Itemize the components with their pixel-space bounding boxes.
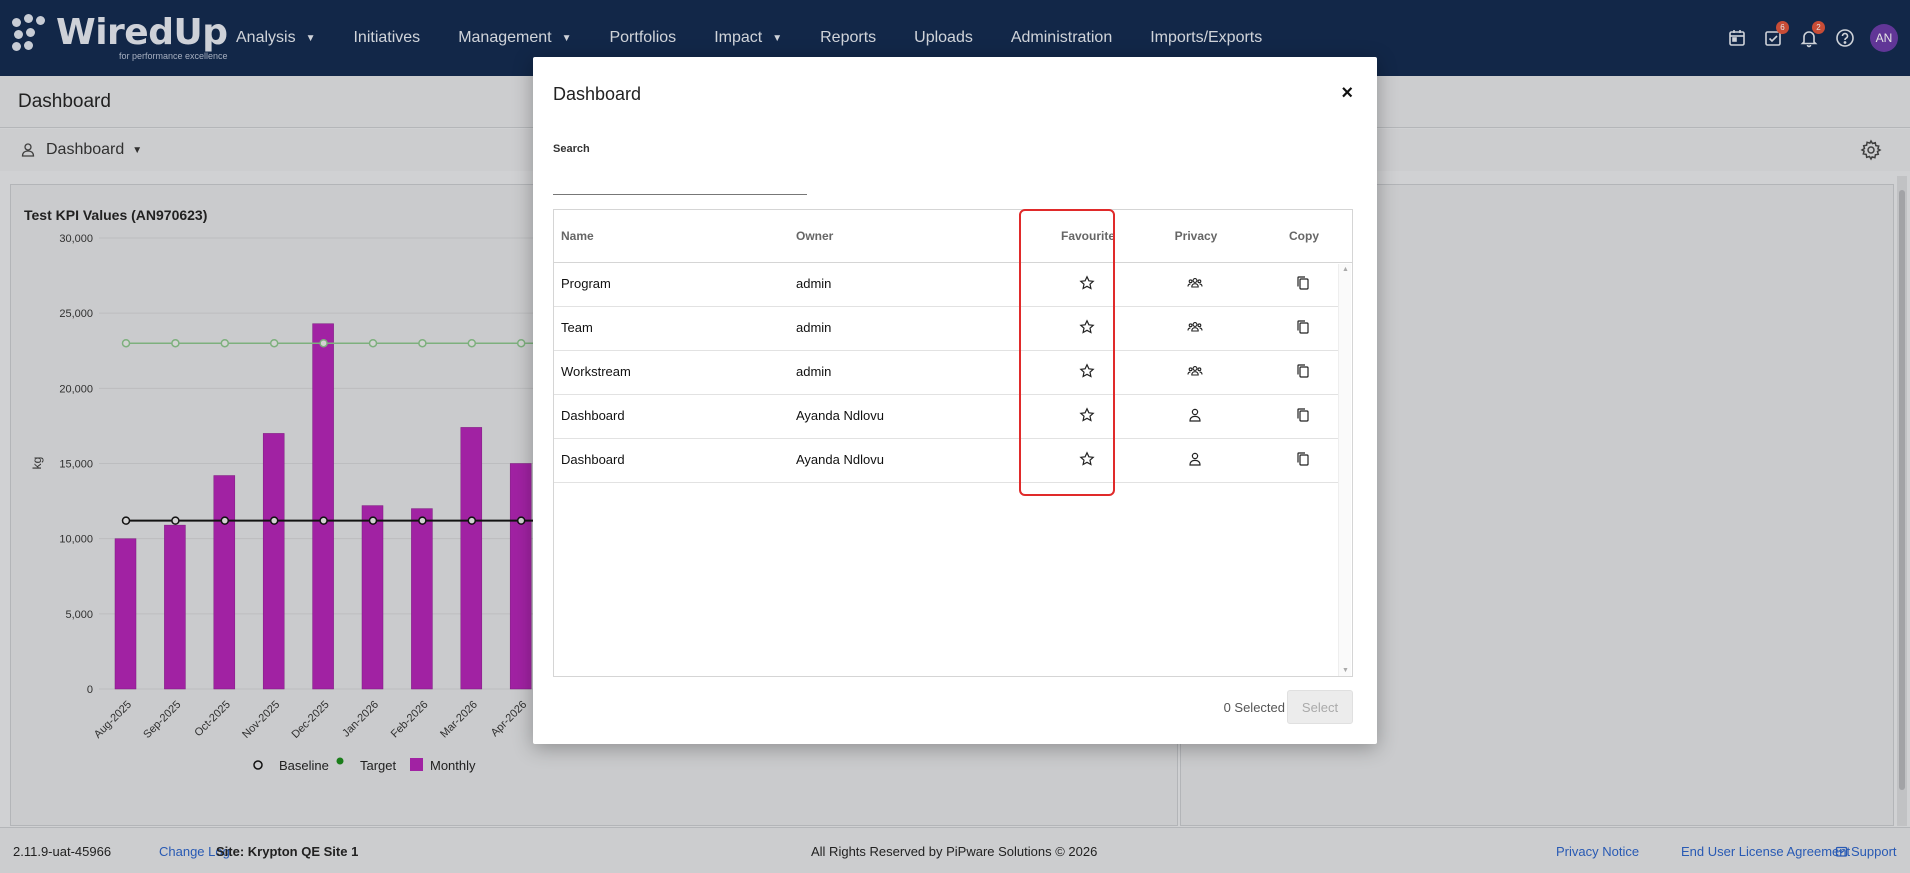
row-owner: admin: [796, 320, 832, 335]
favourite-column-highlight: [1019, 209, 1115, 496]
select-button[interactable]: Select: [1287, 690, 1353, 724]
search-label: Search: [553, 143, 590, 155]
row-owner: admin: [796, 276, 832, 291]
person-icon: [1187, 407, 1205, 425]
group-icon: [1187, 275, 1205, 293]
column-header-name[interactable]: Name: [561, 229, 594, 243]
table-row[interactable]: Dashboard Ayanda Ndlovu: [554, 439, 1338, 483]
copy-icon[interactable]: [1295, 363, 1313, 381]
row-name: Dashboard: [561, 452, 625, 467]
table-row[interactable]: Program admin: [554, 263, 1338, 307]
column-header-privacy[interactable]: Privacy: [1136, 229, 1256, 243]
grid-scrollbar[interactable]: ▲ ▼: [1338, 264, 1351, 676]
grid-header: Name Owner Favourite Privacy Copy: [554, 210, 1352, 263]
dashboard-picker-modal: Dashboard × Search Name Owner Favourite …: [533, 57, 1377, 744]
row-owner: Ayanda Ndlovu: [796, 408, 884, 423]
row-name: Dashboard: [561, 408, 625, 423]
row-owner: Ayanda Ndlovu: [796, 452, 884, 467]
column-header-copy[interactable]: Copy: [1256, 229, 1352, 243]
table-row[interactable]: Dashboard Ayanda Ndlovu: [554, 395, 1338, 439]
group-icon: [1187, 363, 1205, 381]
table-row[interactable]: Workstream admin: [554, 351, 1338, 395]
row-name: Program: [561, 276, 611, 291]
column-header-owner[interactable]: Owner: [796, 229, 833, 243]
copy-icon[interactable]: [1295, 319, 1313, 337]
row-name: Team: [561, 320, 593, 335]
row-owner: admin: [796, 364, 832, 379]
search-input[interactable]: [553, 167, 807, 195]
copy-icon[interactable]: [1295, 275, 1313, 293]
scroll-down-icon[interactable]: ▼: [1342, 667, 1349, 674]
copy-icon[interactable]: [1295, 451, 1313, 469]
row-name: Workstream: [561, 364, 631, 379]
person-icon: [1187, 451, 1205, 469]
close-icon[interactable]: ×: [1341, 83, 1353, 103]
selected-count: 0 Selected: [1223, 700, 1285, 715]
dashboard-grid: Name Owner Favourite Privacy Copy Progra…: [553, 209, 1353, 677]
modal-title: Dashboard: [553, 84, 642, 104]
group-icon: [1187, 319, 1205, 337]
table-row[interactable]: Team admin: [554, 307, 1338, 351]
copy-icon[interactable]: [1295, 407, 1313, 425]
scroll-up-icon[interactable]: ▲: [1342, 266, 1349, 273]
